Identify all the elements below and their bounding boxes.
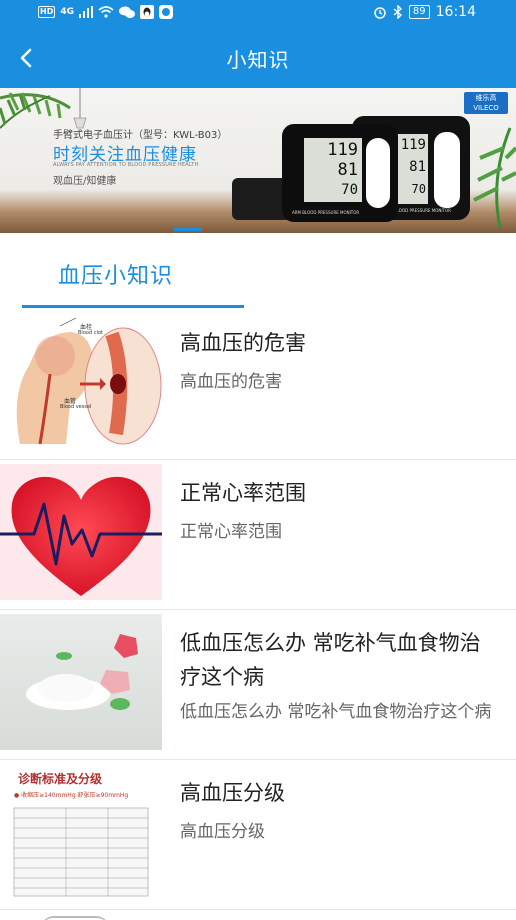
wifi-icon — [98, 6, 114, 18]
article-thumbnail: 血栓 Blood clot 血管 Blood vessel — [0, 314, 162, 450]
article-title: 正常心率范围 — [180, 481, 306, 505]
article-summary: 低血压怎么办 常吃补气血食物治疗这个病 — [180, 702, 492, 722]
heart-pulse-illustration — [0, 476, 162, 596]
back-buttons — [434, 132, 460, 208]
front-sys: 119 — [327, 140, 358, 160]
list-item-partial[interactable] — [0, 910, 516, 920]
back-pulse: 70 — [411, 182, 426, 196]
monitor-screen-front: 119 81 70 — [304, 138, 362, 202]
article-thumbnail — [0, 614, 162, 750]
status-time: 16:14 — [435, 4, 476, 20]
app-notification-icon — [159, 5, 173, 19]
carousel-indicator-active — [174, 228, 202, 231]
bluetooth-icon — [393, 5, 402, 19]
monitor-device-front: 119 81 70 ARM BLOOD PRESSURE MONITOR — [282, 124, 398, 222]
salt-crystals-illustration — [26, 634, 138, 710]
article-summary: 高血压分级 — [180, 822, 265, 842]
signal-icon — [79, 6, 93, 18]
back-sys: 119 — [400, 137, 426, 153]
thumb-label-en-1: Blood clot — [78, 330, 103, 336]
app-header: 小知识 — [0, 28, 516, 88]
article-title: 高血压分级 — [180, 781, 285, 805]
banner-product-line: 手臂式电子血压计（型号：KWL-B03） — [53, 130, 228, 141]
qq-icon — [140, 5, 154, 19]
list-item[interactable]: 血栓 Blood clot 血管 Blood vessel 高血压的危害 高血压… — [0, 310, 516, 460]
front-buttons — [366, 138, 390, 208]
list-item[interactable]: 正常心率范围 正常心率范围 — [0, 460, 516, 610]
brand-logo-en: VILECO — [473, 104, 499, 112]
battery-level: 89 — [408, 5, 430, 19]
back-dia: 81 — [409, 159, 426, 175]
article-thumbnail: 诊断标准及分级 ● 收缩压≥140mmHg 舒张压≥90mmHg — [0, 764, 162, 900]
thumb-label-en-2: Blood vessel — [60, 404, 92, 410]
grading-table-illustration — [13, 807, 149, 897]
list-item[interactable]: 低血压怎么办 常吃补气血食物治疗这个病 低血压怎么办 常吃补气血食物治疗这个病 — [0, 610, 516, 760]
status-bar: HD 4G 89 16:14 — [0, 0, 516, 28]
tab-active-indicator — [22, 305, 244, 308]
list-item[interactable]: 诊断标准及分级 ● 收缩压≥140mmHg 舒张压≥90mmHg 高血压分级 高… — [0, 760, 516, 910]
back-label: BLOOD PRESSURE MONITOR — [394, 208, 451, 213]
brand-logo: 维乐高 VILECO — [464, 92, 508, 114]
front-dia: 81 — [337, 160, 358, 180]
wechat-icon — [119, 6, 135, 18]
banner-carousel[interactable]: 手臂式电子血压计（型号：KWL-B03） 时刻关注血压健康 ALWAYS PAY… — [0, 88, 516, 233]
carousel-indicator — [0, 228, 516, 232]
tab-blood-pressure-knowledge[interactable]: 血压小知识 — [58, 258, 173, 290]
alarm-icon — [374, 7, 386, 19]
article-title: 低血压怎么办 常吃补气血食物治疗这个病 — [180, 631, 481, 689]
article-summary: 高血压的危害 — [180, 372, 282, 392]
hd-badge: HD — [38, 6, 56, 18]
article-title: 高血压的危害 — [180, 331, 306, 355]
banner-tagline: 观血压/知健康 — [53, 176, 117, 187]
network-type: 4G — [60, 7, 74, 17]
front-label: ARM BLOOD PRESSURE MONITOR — [292, 210, 360, 215]
page-title: 小知识 — [226, 48, 290, 72]
partial-thumbnail — [40, 916, 110, 920]
article-summary: 正常心率范围 — [180, 522, 282, 542]
brand-logo-cn: 维乐高 — [475, 94, 497, 102]
article-thumbnail — [0, 464, 162, 600]
monitor-screen-back: 119 81 70 — [394, 134, 428, 204]
front-pulse: 70 — [341, 182, 358, 198]
section-tab-bar: 血压小知识 — [0, 233, 516, 311]
banner-english-line: ALWAYS PAY ATTENTION TO BLOOD PRESSURE H… — [53, 162, 199, 168]
